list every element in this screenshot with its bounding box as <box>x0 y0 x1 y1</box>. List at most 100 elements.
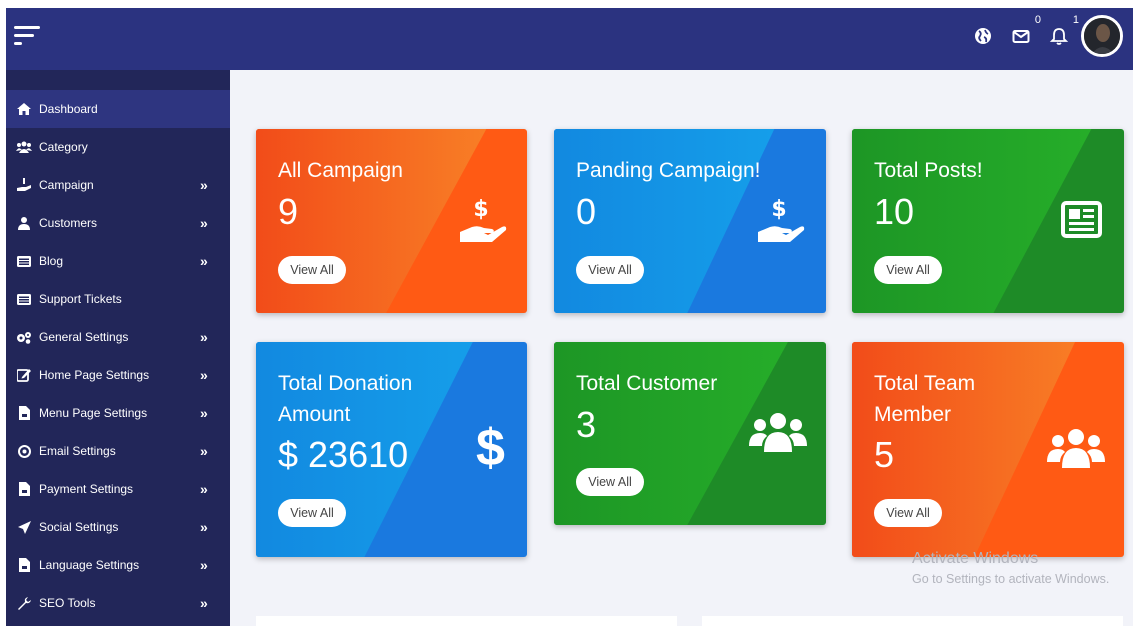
chevron-right-icon: » <box>200 253 208 269</box>
list-icon <box>16 253 32 269</box>
file-icon <box>16 481 32 497</box>
sidebar-item-label: Social Settings <box>39 520 119 534</box>
sidebar-item-email-settings[interactable]: Email Settings » <box>6 432 230 470</box>
view-all-button[interactable]: View All <box>874 256 942 284</box>
sidebar-item-label: Support Tickets <box>39 292 122 306</box>
sidebar-item-label: Payment Settings <box>39 482 134 496</box>
chevron-right-icon: » <box>200 595 208 611</box>
sidebar-item-payment-settings[interactable]: Payment Settings » <box>6 470 230 508</box>
chevron-right-icon: » <box>200 405 208 421</box>
card-title-line: Amount <box>278 403 351 426</box>
chevron-right-icon: » <box>200 329 208 345</box>
sidebar-item-label: Dashboard <box>39 102 98 116</box>
messages-count: 0 <box>1034 14 1041 26</box>
users-icon <box>16 139 32 155</box>
sidebar-item-support-tickets[interactable]: Support Tickets <box>6 280 230 318</box>
sidebar-item-label: Menu Page Settings <box>39 406 148 420</box>
card-title: Panding Campaign! <box>576 159 761 182</box>
globe-icon[interactable] <box>973 26 997 50</box>
sidebar-item-label: Home Page Settings <box>39 368 150 382</box>
main-content: All Campaign 9 View All $ Panding Campai… <box>230 70 1133 636</box>
card-title-line: Member <box>874 403 952 426</box>
users-icon <box>749 410 807 459</box>
cogs-icon <box>16 329 32 345</box>
stat-card-total-donation: Total Donation Amount $ 23610 View All $ <box>256 342 527 557</box>
users-icon <box>1047 426 1105 475</box>
chevron-right-icon: » <box>200 519 208 535</box>
card-title: Total Team Member <box>874 368 975 430</box>
chevron-right-icon: » <box>200 177 208 193</box>
avatar[interactable] <box>1081 15 1123 57</box>
card-title: Total Donation Amount <box>278 368 412 430</box>
list-icon <box>16 291 32 307</box>
sidebar-item-label: Language Settings <box>39 558 140 572</box>
bottom-panel-left <box>256 616 677 636</box>
watermark-title: Activate Windows <box>912 550 1039 567</box>
bell-icon[interactable]: 1 <box>1049 14 1079 50</box>
sidebar-item-blog[interactable]: Blog » <box>6 242 230 280</box>
home-icon <box>16 101 32 117</box>
card-value: 3 <box>576 404 597 445</box>
chevron-right-icon: » <box>200 443 208 459</box>
sidebar-item-social-settings[interactable]: Social Settings » <box>6 508 230 546</box>
sidebar-item-dashboard[interactable]: Dashboard <box>6 90 230 128</box>
sidebar-item-category[interactable]: Category <box>6 128 230 166</box>
card-value: 0 <box>576 191 597 232</box>
card-title: Total Customer <box>576 372 718 395</box>
newspaper-icon <box>1060 201 1102 244</box>
svg-text:$: $ <box>771 197 786 222</box>
stat-card-total-posts: Total Posts! 10 View All <box>852 129 1124 313</box>
view-all-button[interactable]: View All <box>874 499 942 527</box>
stat-card-pending-campaign: Panding Campaign! 0 View All $ <box>554 129 826 313</box>
sidebar-item-label: Blog <box>39 254 64 268</box>
watermark-subtitle: Go to Settings to activate Windows. <box>912 572 1110 586</box>
view-all-button[interactable]: View All <box>576 256 644 284</box>
card-title: All Campaign <box>278 159 403 182</box>
chevron-right-icon: » <box>200 215 208 231</box>
sidebar-item-customers[interactable]: Customers » <box>6 204 230 242</box>
sidebar-item-general-settings[interactable]: General Settings » <box>6 318 230 356</box>
card-value: $ 23610 <box>278 434 409 475</box>
card-title-line: Total Team <box>874 372 976 395</box>
card-title-line: Total Donation <box>278 372 413 395</box>
at-icon <box>16 443 32 459</box>
sidebar-item-label: Customers <box>39 216 98 230</box>
sidebar-item-campaign[interactable]: Campaign » <box>6 166 230 204</box>
bottom-panel-right <box>702 616 1123 636</box>
card-value: 10 <box>874 191 915 232</box>
top-navbar: 0 1 <box>6 8 1133 70</box>
view-all-button[interactable]: View All <box>576 468 644 496</box>
edit-icon <box>16 367 32 383</box>
sidebar-item-label: Category <box>39 140 88 154</box>
hand-holding-dollar-icon <box>16 177 32 193</box>
sidebar-item-label: Campaign <box>39 178 94 192</box>
view-all-button[interactable]: View All <box>278 256 346 284</box>
svg-text:$: $ <box>473 197 488 222</box>
view-all-button[interactable]: View All <box>278 499 346 527</box>
card-value: 5 <box>874 434 895 475</box>
stat-card-all-campaign: All Campaign 9 View All $ <box>256 129 527 313</box>
sidebar-item-seo-tools[interactable]: SEO Tools » <box>6 584 230 622</box>
send-icon <box>16 519 32 535</box>
card-value: 9 <box>278 191 299 232</box>
card-title: Total Posts! <box>874 159 983 182</box>
file-icon <box>16 557 32 573</box>
dollar-icon: $ <box>476 419 505 477</box>
wrench-icon <box>16 595 32 611</box>
file-icon <box>16 405 32 421</box>
menu-icon[interactable] <box>14 26 42 48</box>
sidebar-item-menu-page-settings[interactable]: Menu Page Settings » <box>6 394 230 432</box>
sidebar: Dashboard Category Campaign » Customers … <box>6 70 230 626</box>
activate-windows-watermark: Activate Windows Go to Settings to activ… <box>912 550 1109 586</box>
hand-holding-dollar-icon: $ <box>458 194 508 251</box>
sidebar-item-label: General Settings <box>39 330 129 344</box>
chevron-right-icon: » <box>200 481 208 497</box>
notifications-count: 1 <box>1072 14 1079 26</box>
sidebar-item-language-settings[interactable]: Language Settings » <box>6 546 230 584</box>
sidebar-item-label: SEO Tools <box>39 596 96 610</box>
sidebar-item-home-page-settings[interactable]: Home Page Settings » <box>6 356 230 394</box>
chevron-right-icon: » <box>200 367 208 383</box>
envelope-icon[interactable]: 0 <box>1011 14 1041 50</box>
hand-holding-dollar-icon: $ <box>756 194 806 251</box>
sidebar-item-label: Email Settings <box>39 444 116 458</box>
